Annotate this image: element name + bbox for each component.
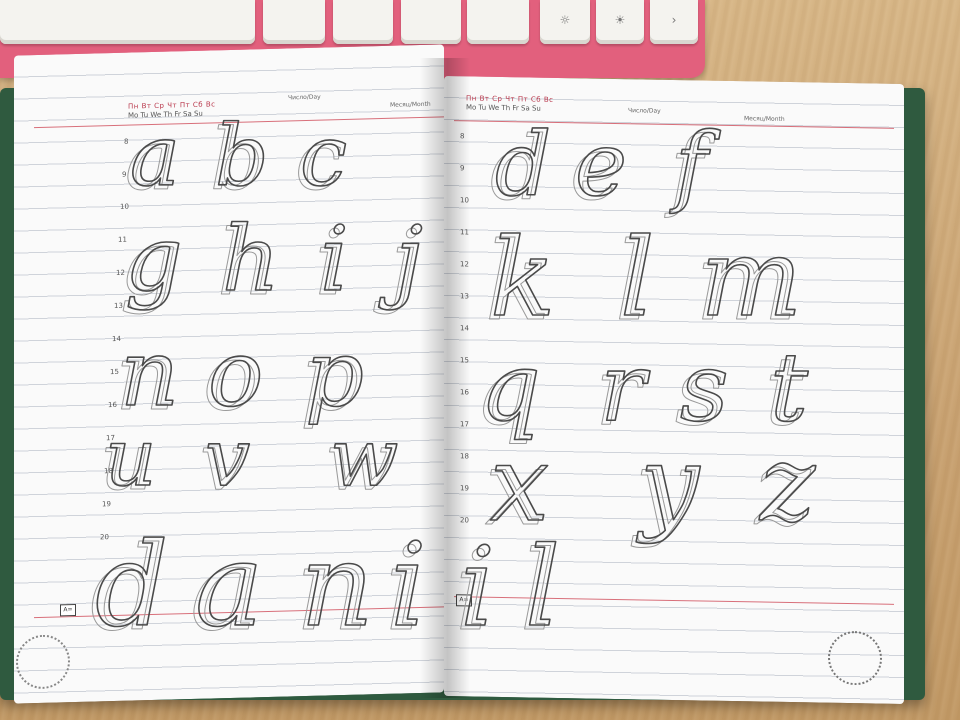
keycap bbox=[467, 0, 529, 44]
line-number: 17 bbox=[106, 433, 115, 443]
footer-rule bbox=[34, 606, 444, 619]
header-rule bbox=[34, 116, 444, 129]
line-number: 20 bbox=[100, 533, 109, 542]
weekdays-row-en: Mo Tu We Th Fr Sa Su bbox=[466, 103, 541, 113]
line-number: 9 bbox=[122, 170, 127, 179]
perforation-corner bbox=[828, 630, 882, 686]
notebook: Пн Вт Ср Чт Пт Сб Вс Mo Tu We Th Fr Sa S… bbox=[0, 44, 925, 705]
line-number: 15 bbox=[110, 367, 119, 377]
line-number: 18 bbox=[104, 467, 113, 476]
month-label: Месяц/Month bbox=[744, 115, 785, 123]
line-number: 8 bbox=[124, 137, 129, 146]
keycap bbox=[263, 0, 325, 44]
day-label: Число/Day bbox=[288, 93, 321, 102]
tag-icon: A= bbox=[60, 604, 76, 617]
line-number: 11 bbox=[118, 235, 127, 244]
keycap bbox=[401, 0, 461, 44]
brightness-up-icon: ☀ bbox=[596, 0, 644, 44]
chevron-right-icon: › bbox=[650, 0, 698, 44]
footer-rule bbox=[454, 596, 894, 605]
left-page: Пн Вт Ср Чт Пт Сб Вс Mo Tu We Th Fr Sa S… bbox=[14, 44, 444, 704]
keycap bbox=[333, 0, 393, 44]
weekdays-row: Пн Вт Ср Чт Пт Сб Вс bbox=[466, 94, 554, 104]
keycap bbox=[0, 0, 255, 44]
line-number: 10 bbox=[120, 202, 129, 211]
header-rule bbox=[454, 120, 894, 129]
book-spine bbox=[420, 58, 470, 698]
line-number: 16 bbox=[108, 400, 117, 410]
weekdays-row-en: Mo Tu We Th Fr Sa Su bbox=[128, 109, 203, 120]
line-number: 13 bbox=[114, 301, 123, 311]
day-label: Число/Day bbox=[628, 107, 661, 115]
brightness-down-icon: ☼ bbox=[540, 0, 590, 44]
right-page: Пн Вт Ср Чт Пт Сб Вс Mo Tu We Th Fr Sa S… bbox=[444, 75, 904, 705]
line-number: 14 bbox=[112, 334, 121, 344]
line-number: 12 bbox=[116, 268, 125, 277]
perforation-corner bbox=[16, 634, 70, 690]
line-number: 19 bbox=[102, 500, 111, 509]
